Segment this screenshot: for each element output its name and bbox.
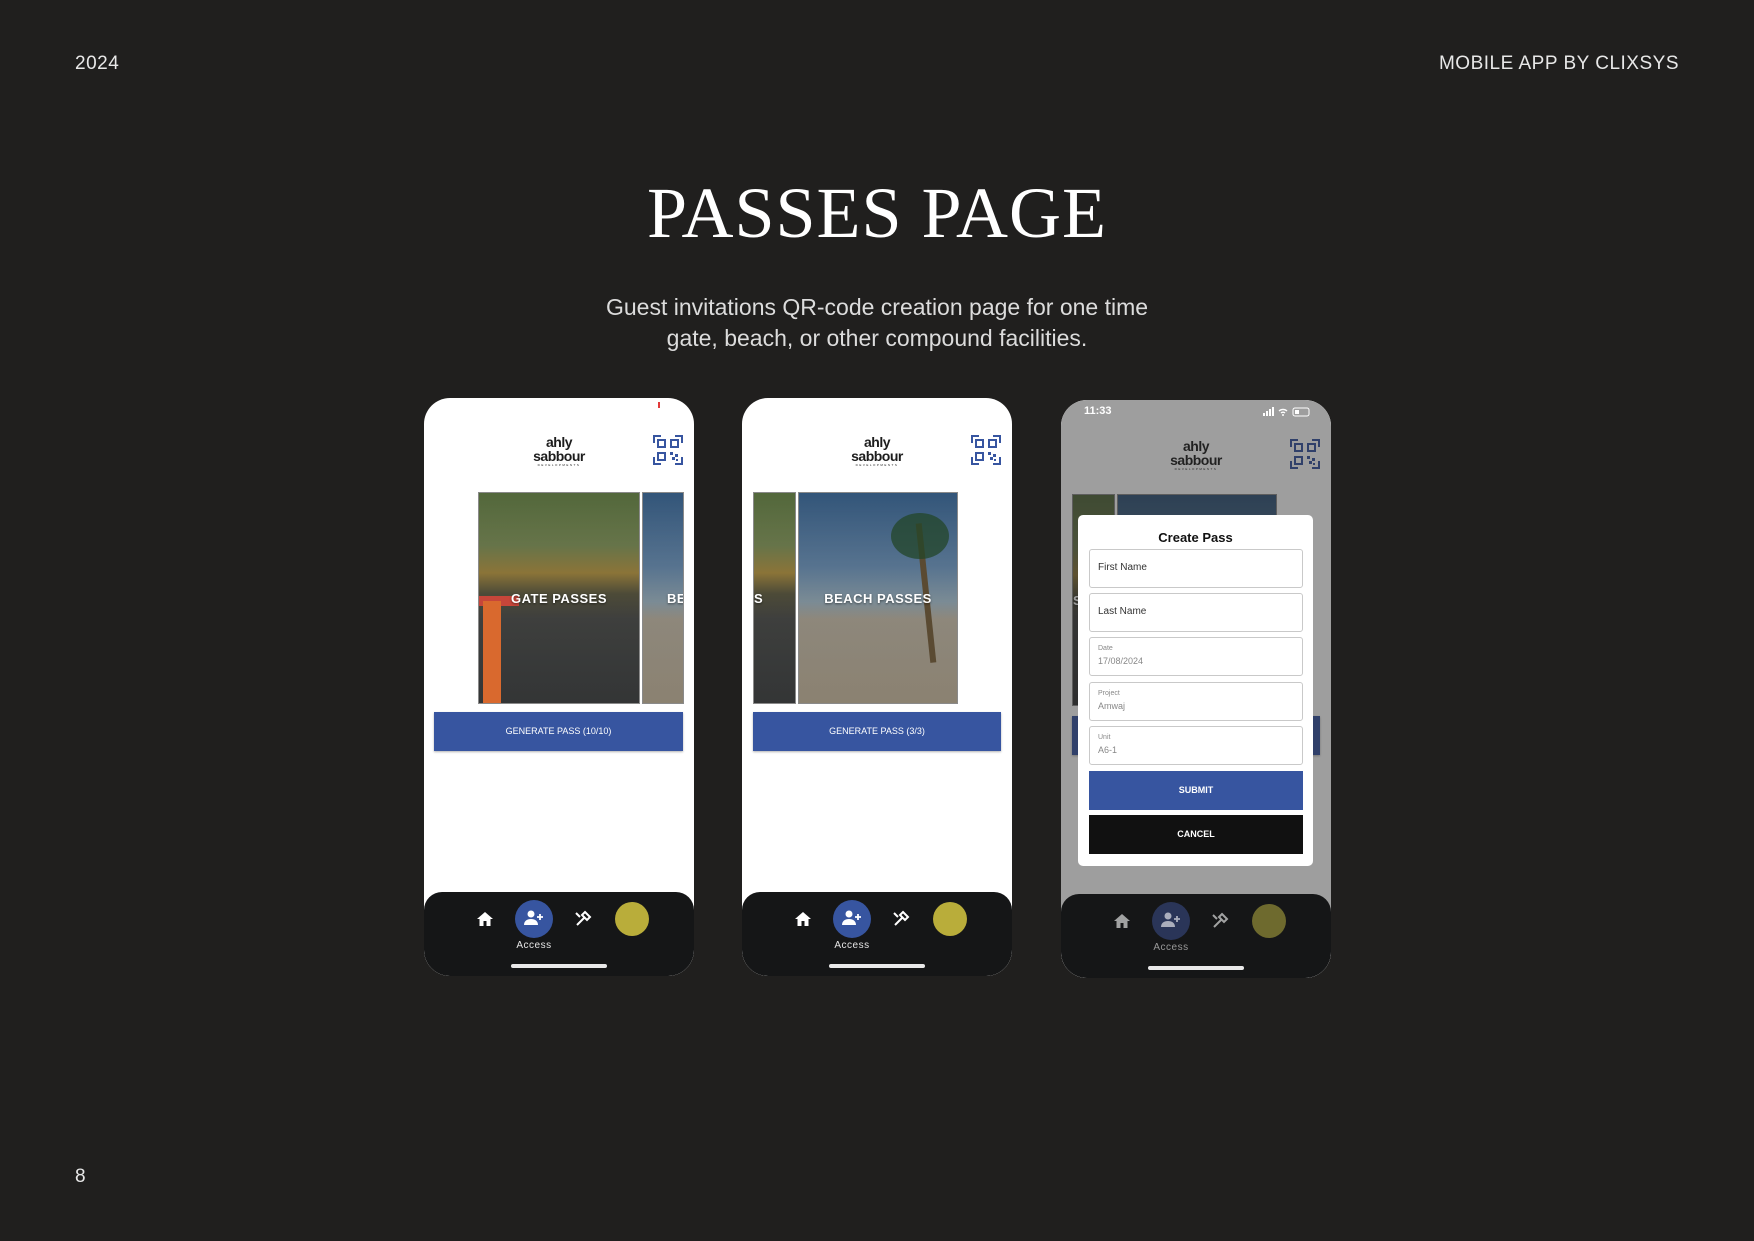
page-number: 8 [75,1166,86,1187]
beach-passes-card-peek[interactable]: BE [642,492,684,704]
beach-passes-label: BEACH PASSES [824,591,932,606]
recording-indicator [658,402,660,408]
date-field[interactable]: Date 17/08/2024 [1089,637,1303,676]
gate-passes-card-peek[interactable]: S [753,492,796,704]
access-tab-button[interactable] [1152,902,1190,940]
bottom-tab-bar: Access [424,892,694,976]
beach-passes-peek-label: BE [667,591,683,606]
home-indicator [829,964,925,968]
project-value: Amwaj [1098,701,1126,711]
brand-label: MOBILE APP BY CLIXSYS [1438,53,1679,74]
app-logo: ahly sabbour DEVELOPMENTS [846,435,908,468]
access-tab-label: Access [516,940,552,951]
user-add-icon [524,910,543,925]
date-value: 17/08/2024 [1098,656,1144,666]
page-subtitle: Guest invitations QR-code creation page … [527,292,1227,354]
status-icons [1263,407,1310,417]
generate-pass-button[interactable]: GENERATE PASS (3/3) [753,712,1001,751]
page-title: PASSES PAGE [647,173,1107,253]
logo-line-2: sabbour [851,448,903,464]
qr-scan-icon[interactable] [652,434,684,466]
generate-pass-button[interactable]: GENERATE PASS (10/10) [434,712,683,751]
gate-passes-card[interactable]: GATE PASSES [478,492,640,704]
subtitle-line-2: gate, beach, or other compound facilitie… [666,325,1088,351]
profile-avatar[interactable] [933,902,967,936]
year-label: 2024 [75,53,120,74]
first-name-placeholder: First Name [1098,562,1147,573]
palm-leaves-image [891,513,949,559]
access-tab-label: Access [834,940,870,951]
profile-avatar[interactable] [1252,904,1286,938]
last-name-field[interactable]: Last Name [1089,593,1303,632]
profile-avatar[interactable] [615,902,649,936]
last-name-placeholder: Last Name [1098,606,1147,617]
date-label: Date [1098,645,1113,652]
home-icon[interactable] [476,910,494,928]
status-bar: 11:33 [1061,400,1331,422]
first-name-field[interactable]: First Name [1089,549,1303,588]
access-tab-button[interactable] [515,900,553,938]
gate-passes-peek-label: S [754,591,764,606]
user-add-icon [1161,912,1180,927]
access-tab-label: Access [1153,942,1189,953]
gate-passes-label: GATE PASSES [510,591,608,606]
phone-mockup-create-pass: ahly sabbour DEVELOPMENTS S 11:33 Create… [1061,400,1331,978]
subtitle-line-1: Guest invitations QR-code creation page … [605,294,1149,320]
tools-icon[interactable] [1211,912,1229,930]
phone-mockup-beach-passes: ahly sabbour DEVELOPMENTS S BEACH PASSES… [742,398,1012,976]
cancel-button[interactable]: CANCEL [1089,815,1303,854]
bottom-tab-bar: Access [1061,894,1331,978]
project-field[interactable]: Project Amwaj [1089,682,1303,721]
submit-button[interactable]: SUBMIT [1089,771,1303,810]
gate-post-image [483,601,501,703]
modal-title: Create Pass [1158,530,1233,545]
unit-field[interactable]: Unit A6-1 [1089,726,1303,765]
home-indicator [1148,966,1244,970]
app-logo: ahly sabbour DEVELOPMENTS [528,435,590,468]
home-icon[interactable] [794,910,812,928]
home-icon[interactable] [1113,912,1131,930]
beach-passes-card[interactable]: BEACH PASSES [798,492,958,704]
home-indicator [511,964,607,968]
tools-icon[interactable] [574,910,592,928]
phone-mockup-gate-passes: ahly sabbour DEVELOPMENTS GATE PASSES BE… [424,398,694,976]
unit-label: Unit [1098,734,1111,741]
tools-icon[interactable] [892,910,910,928]
bottom-tab-bar: Access [742,892,1012,976]
access-tab-button[interactable] [833,900,871,938]
create-pass-modal: Create Pass First Name Last Name Date 17… [1078,515,1313,866]
status-time: 11:33 [1084,405,1112,417]
qr-scan-icon[interactable] [970,434,1002,466]
logo-line-2: sabbour [533,448,585,464]
unit-value: A6-1 [1098,745,1118,755]
user-add-icon [842,910,861,925]
project-label: Project [1098,690,1120,697]
